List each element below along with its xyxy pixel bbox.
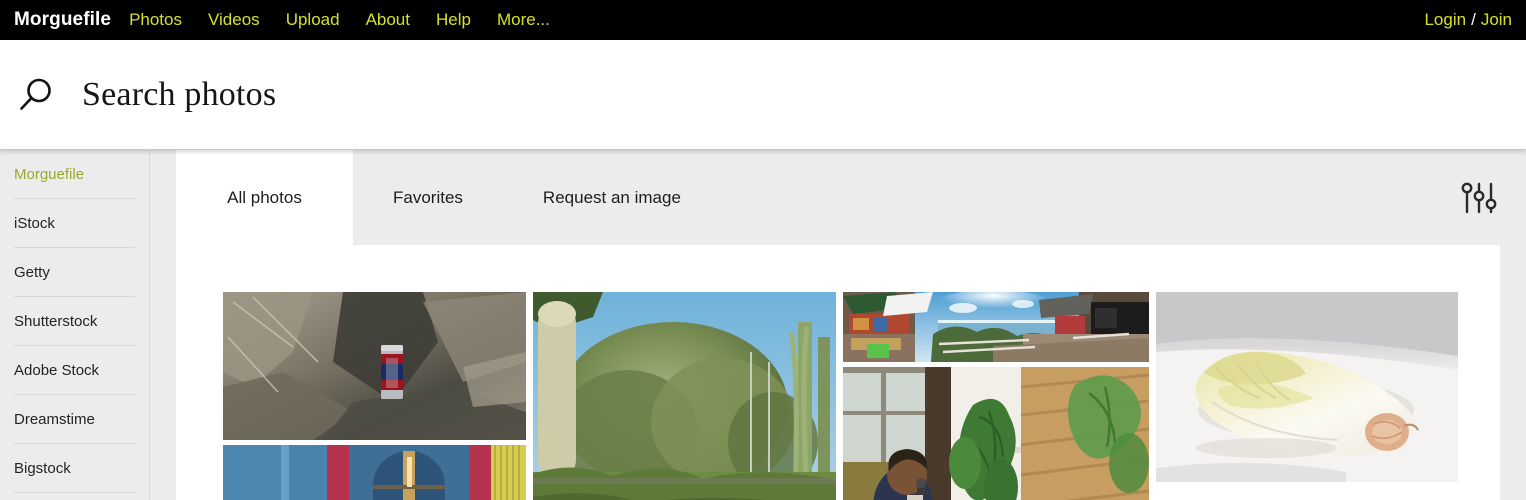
photo-thumbnail[interactable] xyxy=(843,292,1149,362)
search-bar[interactable] xyxy=(0,40,1526,150)
nav-link-upload[interactable]: Upload xyxy=(286,10,340,30)
photo-thumbnail[interactable] xyxy=(223,445,526,500)
content-stage: Morguefile iStock Getty Shutterstock Ado… xyxy=(0,150,1526,500)
sidebar-item-getty[interactable]: Getty xyxy=(14,248,135,297)
tab-label: Request an image xyxy=(542,187,681,207)
tab-request-an-image[interactable]: Request an image xyxy=(503,150,721,245)
nav-link-videos[interactable]: Videos xyxy=(208,10,260,30)
nav-link-photos[interactable]: Photos xyxy=(129,10,182,30)
tab-favorites[interactable]: Favorites xyxy=(353,150,503,245)
nav-link-help[interactable]: Help xyxy=(436,10,471,30)
sidebar-item-label: Shutterstock xyxy=(14,312,98,330)
photo-grid-column xyxy=(533,292,836,500)
account-links: Login / Join xyxy=(1424,10,1512,30)
auth-separator: / xyxy=(1471,10,1476,29)
nav-link-more[interactable]: More... xyxy=(497,10,550,30)
sidebar-item-label: iStock xyxy=(14,214,55,232)
sidebar-item-shutterstock[interactable]: Shutterstock xyxy=(14,297,135,346)
tab-strip: All photos Favorites Request an image xyxy=(176,150,1500,245)
photo-thumbnail[interactable] xyxy=(843,367,1149,500)
search-input[interactable] xyxy=(82,75,782,114)
main-content: All photos Favorites Request an image xyxy=(150,150,1526,500)
photo-grid-column xyxy=(1156,292,1458,482)
photo-thumbnail[interactable] xyxy=(223,292,526,440)
photo-thumbnail[interactable] xyxy=(533,292,836,500)
nav-link-about[interactable]: About xyxy=(366,10,410,30)
source-sidebar: Morguefile iStock Getty Shutterstock Ado… xyxy=(0,150,150,500)
top-navigation-bar: Morguefile Photos Videos Upload About He… xyxy=(0,0,1526,40)
sidebar-item-label: Morguefile xyxy=(14,165,85,183)
sidebar-item-adobe-stock[interactable]: Adobe Stock xyxy=(14,346,135,395)
photo-grid-column xyxy=(843,292,1149,500)
sidebar-item-label: Dreamstime xyxy=(14,410,95,428)
site-brand[interactable]: Morguefile xyxy=(14,9,111,31)
tab-label: All photos xyxy=(227,187,302,207)
tab-label: Favorites xyxy=(393,187,463,207)
photo-grid-column xyxy=(223,292,526,500)
sidebar-item-morguefile[interactable]: Morguefile xyxy=(14,150,135,199)
photo-grid xyxy=(223,292,1500,500)
sidebar-item-label: Getty xyxy=(14,263,50,281)
photo-results-panel xyxy=(176,245,1500,500)
sidebar-item-label: Adobe Stock xyxy=(14,361,100,379)
sidebar-item-bigstock[interactable]: Bigstock xyxy=(14,444,135,493)
login-link[interactable]: Login xyxy=(1424,10,1466,30)
photo-thumbnail[interactable] xyxy=(1156,292,1458,482)
sidebar-item-label: Bigstock xyxy=(14,459,71,477)
join-link[interactable]: Join xyxy=(1481,10,1512,30)
sidebar-item-istock[interactable]: iStock xyxy=(14,199,135,248)
sliders-icon[interactable] xyxy=(1458,177,1500,219)
search-icon xyxy=(20,78,51,110)
sidebar-item-dreamstime[interactable]: Dreamstime xyxy=(14,395,135,444)
tab-all-photos[interactable]: All photos xyxy=(176,150,353,245)
primary-nav-links: Photos Videos Upload About Help More... xyxy=(129,10,550,30)
